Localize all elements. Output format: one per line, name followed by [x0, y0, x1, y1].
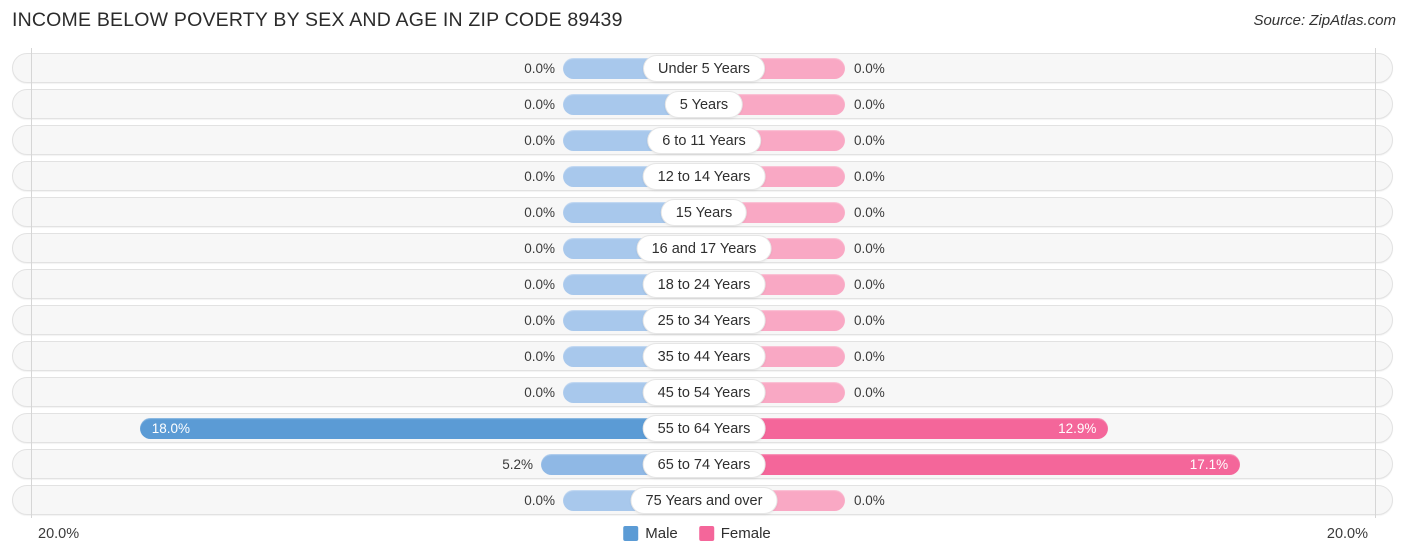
table-row[interactable]: 0.0% 0.0% 5 Years [12, 89, 1393, 119]
bar-value-female: 0.0% [854, 349, 885, 364]
bar-value-female: 0.0% [854, 133, 885, 148]
legend-label-male: Male [645, 525, 678, 542]
bar-value-female: 0.0% [854, 385, 885, 400]
category-label: 6 to 11 Years [647, 127, 761, 154]
bar-value-female: 0.0% [854, 205, 885, 220]
axis-line-left [31, 48, 32, 518]
category-label: 5 Years [664, 91, 744, 118]
category-label: Under 5 Years [643, 55, 765, 82]
page-title: INCOME BELOW POVERTY BY SEX AND AGE IN Z… [12, 9, 623, 31]
category-label: 18 to 24 Years [642, 271, 766, 298]
axis-tick-right: 20.0% [1326, 526, 1368, 542]
bar-value-male: 0.0% [524, 133, 555, 148]
table-row[interactable]: 0.0% 0.0% 75 Years and over [12, 485, 1393, 515]
bar-value-male: 0.0% [524, 205, 555, 220]
bar-female[interactable] [704, 454, 1241, 475]
category-label: 35 to 44 Years [642, 343, 766, 370]
legend-item-male[interactable]: Male [623, 525, 678, 542]
category-label: 15 Years [660, 199, 748, 226]
bar-value-male: 0.0% [524, 385, 555, 400]
category-label: 12 to 14 Years [642, 163, 766, 190]
chart-root: INCOME BELOW POVERTY BY SEX AND AGE IN Z… [0, 0, 1406, 559]
bar-value-male: 0.0% [524, 349, 555, 364]
legend-swatch-female-icon [698, 526, 714, 541]
bar-value-male: 0.0% [524, 277, 555, 292]
bar-value-female: 0.0% [854, 313, 885, 328]
legend-label-female: Female [720, 525, 771, 542]
table-row[interactable]: 18.0% 12.9% 55 to 64 Years [12, 413, 1393, 443]
bar-value-female: 0.0% [854, 97, 885, 112]
bar-value-female: 0.0% [854, 241, 885, 256]
table-row[interactable]: 0.0% 0.0% 15 Years [12, 197, 1393, 227]
table-row[interactable]: 0.0% 0.0% 45 to 54 Years [12, 377, 1393, 407]
table-row[interactable]: 0.0% 0.0% 18 to 24 Years [12, 269, 1393, 299]
category-label: 65 to 74 Years [642, 451, 766, 478]
bar-value-female: 0.0% [854, 493, 885, 508]
table-row[interactable]: 0.0% 0.0% 12 to 14 Years [12, 161, 1393, 191]
legend-swatch-male-icon [623, 526, 639, 541]
bar-value-female: 0.0% [854, 61, 885, 76]
plot-area: 0.0% 0.0% Under 5 Years 0.0% 0.0% 5 Years 0.0%… [0, 48, 1406, 518]
source-attribution: Source: ZipAtlas.com [1253, 12, 1396, 29]
table-row[interactable]: 0.0% 0.0% 16 and 17 Years [12, 233, 1393, 263]
axis-line-right [1375, 48, 1376, 518]
table-row[interactable]: 0.0% 0.0% Under 5 Years [12, 53, 1393, 83]
bar-value-female: 0.0% [854, 169, 885, 184]
category-label: 45 to 54 Years [642, 379, 766, 406]
axis-tick-left: 20.0% [38, 526, 80, 542]
bar-value-female: 12.9% [1058, 421, 1097, 436]
category-label: 25 to 34 Years [642, 307, 766, 334]
category-label: 75 Years and over [630, 487, 778, 514]
bar-value-female: 17.1% [1189, 457, 1229, 472]
bar-value-male: 0.0% [524, 97, 555, 112]
bar-value-male: 18.0% [151, 421, 190, 436]
chart-header: INCOME BELOW POVERTY BY SEX AND AGE IN Z… [0, 0, 1406, 44]
bar-value-female: 0.0% [854, 277, 885, 292]
table-row[interactable]: 0.0% 0.0% 6 to 11 Years [12, 125, 1393, 155]
bar-value-male: 0.0% [524, 61, 555, 76]
bar-male[interactable] [139, 418, 704, 439]
table-row[interactable]: 0.0% 0.0% 25 to 34 Years [12, 305, 1393, 335]
category-label: 55 to 64 Years [642, 415, 766, 442]
table-row[interactable]: 5.2% 17.1% 65 to 74 Years [12, 449, 1393, 479]
chart-footer: 20.0% Male Female 20.0% [0, 518, 1406, 559]
bar-value-male: 5.2% [502, 457, 533, 472]
legend-item-female[interactable]: Female [698, 525, 771, 542]
legend: Male Female [623, 525, 783, 542]
bar-value-male: 0.0% [524, 313, 555, 328]
bar-value-male: 0.0% [524, 493, 555, 508]
bar-value-male: 0.0% [524, 169, 555, 184]
bar-value-male: 0.0% [524, 241, 555, 256]
category-label: 16 and 17 Years [636, 235, 772, 262]
table-row[interactable]: 0.0% 0.0% 35 to 44 Years [12, 341, 1393, 371]
